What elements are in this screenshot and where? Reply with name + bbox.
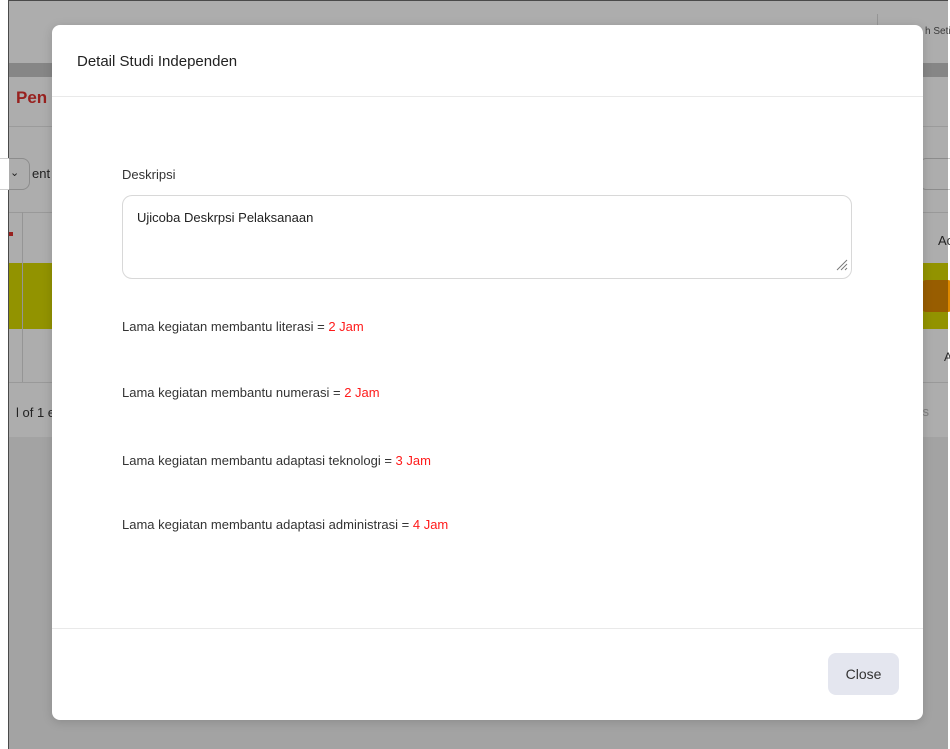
- stat-numerasi: Lama kegiatan membantu numerasi = 2 Jam: [122, 385, 380, 400]
- description-label: Deskripsi: [122, 167, 176, 182]
- stat-value: 3 Jam: [395, 453, 431, 468]
- close-button[interactable]: Close: [828, 653, 899, 695]
- stat-label: Lama kegiatan membantu adaptasi administ…: [122, 517, 413, 532]
- modal-title: Detail Studi Independen: [77, 53, 238, 70]
- stat-adaptasi-administrasi: Lama kegiatan membantu adaptasi administ…: [122, 517, 448, 532]
- resize-handle-icon[interactable]: [834, 257, 848, 271]
- stat-value: 4 Jam: [412, 517, 449, 532]
- detail-modal: Detail Studi Independen Deskripsi Ujicob…: [52, 25, 923, 720]
- stat-literasi: Lama kegiatan membantu literasi = 2 Jam: [122, 319, 364, 334]
- modal-footer-divider: [52, 628, 923, 629]
- stat-label: Lama kegiatan membantu literasi =: [122, 319, 329, 334]
- description-textarea[interactable]: Ujicoba Deskrpsi Pelaksanaan: [122, 195, 852, 279]
- stat-label: Lama kegiatan membantu adaptasi teknolog…: [122, 453, 396, 468]
- stat-label: Lama kegiatan membantu numerasi =: [122, 385, 345, 400]
- stat-value: 2 Jam: [328, 319, 364, 334]
- modal-header: Detail Studi Independen: [52, 25, 923, 97]
- stat-value: 2 Jam: [344, 385, 380, 400]
- stat-adaptasi-teknologi: Lama kegiatan membantu adaptasi teknolog…: [122, 453, 431, 468]
